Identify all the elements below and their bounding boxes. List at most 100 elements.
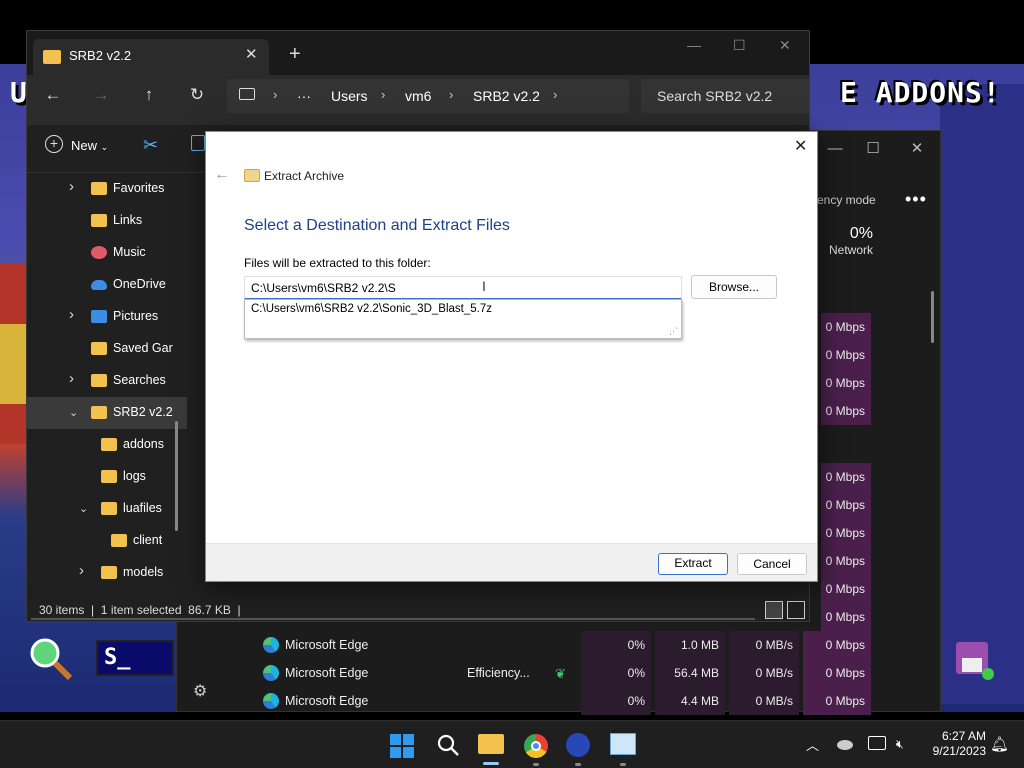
settings-gear-icon[interactable]: ⚙ xyxy=(193,681,211,700)
chrome-icon[interactable] xyxy=(524,734,548,758)
folder-icon xyxy=(91,214,107,227)
sidebar-item-label: luafiles xyxy=(123,501,162,515)
sidebar-item-label: Saved Gar xyxy=(113,341,173,355)
breadcrumb-vm6[interactable]: vm6 xyxy=(405,88,431,104)
maximize-icon[interactable]: ☐ xyxy=(733,37,746,54)
windows-start-icon[interactable] xyxy=(390,734,414,758)
memory-value: 4.4 MB xyxy=(655,687,725,715)
folder-icon xyxy=(101,438,117,451)
scrollbar[interactable] xyxy=(931,291,934,343)
table-row[interactable]: Microsoft Edge Efficiency... ❦ 0% 56.4 M… xyxy=(177,659,940,687)
navigation-bar: ← → ↑ ↻ › ··· Users › vm6 › SRB2 v2.2 › … xyxy=(27,75,809,125)
folder-icon xyxy=(101,470,117,483)
close-icon[interactable]: ✕ xyxy=(794,136,807,156)
process-name: Microsoft Edge xyxy=(285,638,369,652)
plus-icon: + xyxy=(45,135,63,153)
sidebar-item[interactable]: client xyxy=(27,525,187,557)
efficiency-mode-button[interactable]: ency mode xyxy=(817,193,876,207)
forward-arrow-icon[interactable]: → xyxy=(89,85,113,105)
new-button-label: New xyxy=(71,138,98,153)
new-button[interactable]: New ⌄ xyxy=(71,138,108,153)
sidebar-item-label: Pictures xyxy=(113,309,159,323)
sonic-game-icon[interactable] xyxy=(566,733,590,757)
sidebar-item[interactable]: ⌄ SRB2 v2.2 xyxy=(27,397,187,429)
up-arrow-icon[interactable]: ↑ xyxy=(137,85,161,105)
new-tab-icon[interactable]: + xyxy=(289,43,301,66)
sidebar-item[interactable]: ⌄ luafiles xyxy=(27,493,187,525)
onedrive-status-icon[interactable] xyxy=(836,737,854,751)
chevron-down-icon[interactable]: ⌄ xyxy=(79,502,88,515)
chevron-right-icon[interactable]: › xyxy=(553,87,557,102)
close-tab-icon[interactable]: ✕ xyxy=(245,45,258,63)
network-value: 0 Mbps xyxy=(821,397,871,425)
minimize-icon[interactable]: — xyxy=(815,137,855,161)
breadcrumb-users[interactable]: Users xyxy=(331,88,368,104)
browse-button[interactable]: Browse... xyxy=(691,275,777,299)
sidebar-item-label: OneDrive xyxy=(113,277,166,291)
cancel-button[interactable]: Cancel xyxy=(737,553,807,575)
chevron-right-icon[interactable]: › xyxy=(79,562,84,579)
sidebar-item[interactable]: › Favorites xyxy=(27,173,187,205)
more-locations-icon[interactable]: ··· xyxy=(297,88,311,104)
autocomplete-suggestion[interactable]: C:\Users\vm6\SRB2 v2.2\Sonic_3D_Blast_5.… xyxy=(251,303,492,315)
minimize-icon[interactable]: — xyxy=(687,37,701,53)
tiles-view-icon[interactable] xyxy=(787,601,805,619)
refresh-icon[interactable]: ↻ xyxy=(185,85,209,105)
volume-muted-icon[interactable]: 🔇︎ xyxy=(896,737,904,752)
cut-icon[interactable]: ✂ xyxy=(143,135,158,156)
maximize-icon[interactable]: ☐ xyxy=(853,137,893,161)
chevron-right-icon[interactable]: › xyxy=(69,370,74,387)
folder-icon xyxy=(43,50,61,64)
folder-icon xyxy=(111,534,127,547)
table-row[interactable]: Microsoft Edge 0% 4.4 MB 0 MB/s 0 Mbps xyxy=(177,687,940,715)
clock[interactable]: 6:27 AM 9/21/2023 xyxy=(920,729,986,759)
address-bar[interactable]: › ··· Users › vm6 › SRB2 v2.2 › xyxy=(227,79,629,113)
chevron-right-icon[interactable]: › xyxy=(69,306,74,323)
sidebar-item[interactable]: › Searches xyxy=(27,365,187,397)
notification-bell-icon[interactable]: 🔔︎ xyxy=(990,735,1009,753)
scrollbar[interactable] xyxy=(175,421,178,531)
destination-path-input[interactable] xyxy=(244,276,682,300)
display-icon[interactable] xyxy=(868,736,886,750)
sidebar-item[interactable]: › Pictures xyxy=(27,301,187,333)
sidebar-item[interactable]: addons xyxy=(27,429,187,461)
cpu-value: 0% xyxy=(581,631,651,659)
horizontal-scrollbar[interactable] xyxy=(31,618,755,620)
close-icon[interactable]: ✕ xyxy=(897,137,937,161)
search-input[interactable]: Search SRB2 v2.2 xyxy=(641,79,809,113)
more-options-icon[interactable]: ••• xyxy=(905,189,927,210)
task-manager-icon[interactable] xyxy=(610,733,636,755)
tab-srb2[interactable]: SRB2 v2.2 ✕ xyxy=(33,39,269,75)
chevron-down-icon[interactable]: ⌄ xyxy=(69,406,78,419)
leaf-icon: ❦ xyxy=(555,666,566,681)
chevron-right-icon: › xyxy=(449,87,454,102)
resize-grip-icon[interactable]: ⋰ xyxy=(669,326,678,337)
copy-icon[interactable] xyxy=(191,135,205,151)
sidebar-item-label: logs xyxy=(123,469,146,483)
back-arrow-icon[interactable]: ← xyxy=(214,166,230,184)
file-explorer-icon[interactable] xyxy=(478,734,504,754)
breadcrumb-srb2[interactable]: SRB2 v2.2 xyxy=(473,88,540,104)
sidebar-item[interactable]: logs xyxy=(27,461,187,493)
network-label: Network xyxy=(828,243,873,257)
date-text: 9/21/2023 xyxy=(932,744,986,758)
extract-archive-dialog: ✕ ← Extract Archive Select a Destination… xyxy=(205,131,818,582)
network-column-header[interactable]: 0% Network xyxy=(817,225,873,257)
details-view-icon[interactable] xyxy=(765,601,783,619)
chevron-right-icon: › xyxy=(273,87,278,102)
chevron-up-icon[interactable]: ︿ xyxy=(806,735,819,754)
close-window-icon[interactable]: ✕ xyxy=(779,37,791,54)
sidebar-item[interactable]: Links xyxy=(27,205,187,237)
sidebar-item[interactable]: › models xyxy=(27,557,187,589)
sidebar-item-label: client xyxy=(133,533,163,547)
table-row[interactable]: Microsoft Edge 0% 1.0 MB 0 MB/s 0 Mbps xyxy=(177,631,940,659)
folder-icon xyxy=(91,182,107,195)
sidebar-item[interactable]: Saved Gar xyxy=(27,333,187,365)
sidebar-item[interactable]: OneDrive xyxy=(27,269,187,301)
search-icon[interactable] xyxy=(436,733,460,757)
extract-button[interactable]: Extract xyxy=(658,553,728,575)
chevron-right-icon[interactable]: › xyxy=(69,178,74,195)
back-arrow-icon[interactable]: ← xyxy=(41,85,65,105)
sidebar-item[interactable]: Music xyxy=(27,237,187,269)
network-value: 0 Mbps xyxy=(821,341,871,369)
